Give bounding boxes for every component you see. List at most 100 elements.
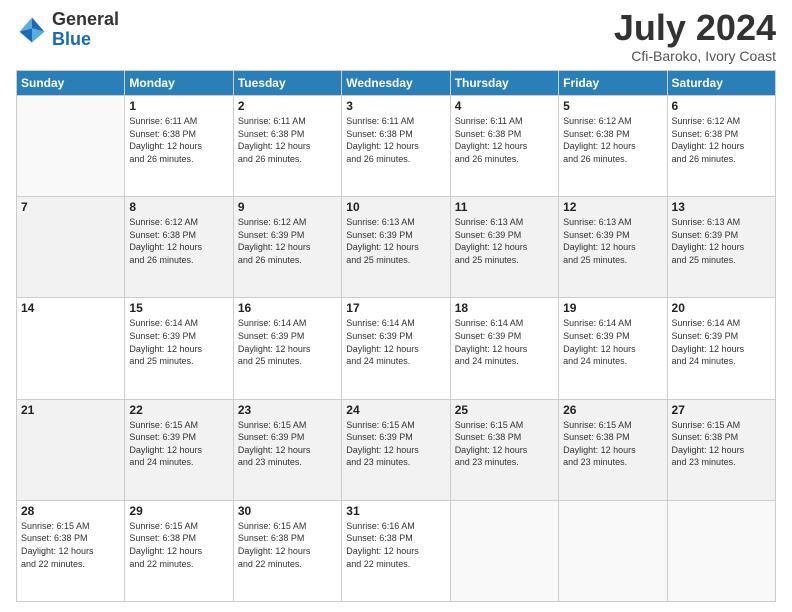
day-info: Sunrise: 6:13 AM Sunset: 6:39 PM Dayligh… (563, 216, 662, 266)
location-subtitle: Cfi-Baroko, Ivory Coast (614, 48, 776, 64)
day-number: 27 (672, 403, 771, 417)
calendar-day-cell: 28 Sunrise: 6:15 AM Sunset: 6:38 PM Dayli… (17, 500, 125, 601)
day-number: 15 (129, 301, 228, 315)
day-of-week-header: Thursday (450, 71, 558, 96)
day-info: Sunrise: 6:11 AM Sunset: 6:38 PM Dayligh… (129, 115, 228, 165)
logo: General Blue (16, 10, 119, 50)
day-number: 19 (563, 301, 662, 315)
day-number: 3 (346, 99, 445, 113)
calendar-day-cell: 11 Sunrise: 6:13 AM Sunset: 6:39 PM Dayli… (450, 197, 558, 298)
day-number: 1 (129, 99, 228, 113)
day-number: 18 (455, 301, 554, 315)
day-info: Sunrise: 6:14 AM Sunset: 6:39 PM Dayligh… (455, 317, 554, 367)
calendar-day-cell (559, 500, 667, 601)
calendar-day-cell: 7 (17, 197, 125, 298)
day-number: 4 (455, 99, 554, 113)
day-info: Sunrise: 6:13 AM Sunset: 6:39 PM Dayligh… (455, 216, 554, 266)
calendar-day-cell: 20Sunrise: 6:14 AM Sunset: 6:39 PM Dayli… (667, 298, 775, 399)
day-info: Sunrise: 6:12 AM Sunset: 6:38 PM Dayligh… (129, 216, 228, 266)
calendar-day-cell: 25 Sunrise: 6:15 AM Sunset: 6:38 PM Dayli… (450, 399, 558, 500)
day-number: 10 (346, 200, 445, 214)
calendar-week-row: 1 Sunrise: 6:11 AM Sunset: 6:38 PM Daylig… (17, 96, 776, 197)
day-info: Sunrise: 6:12 AM Sunset: 6:38 PM Dayligh… (672, 115, 771, 165)
day-number: 29 (129, 504, 228, 518)
day-info: Sunrise: 6:15 AM Sunset: 6:38 PM Dayligh… (238, 520, 337, 570)
day-number: 5 (563, 99, 662, 113)
calendar-day-cell: 19Sunrise: 6:14 AM Sunset: 6:39 PM Dayli… (559, 298, 667, 399)
month-title: July 2024 (614, 10, 776, 46)
calendar-table: SundayMondayTuesdayWednesdayThursdayFrid… (16, 70, 776, 602)
day-info: Sunrise: 6:15 AM Sunset: 6:38 PM Dayligh… (129, 520, 228, 570)
calendar-day-cell: 22 Sunrise: 6:15 AM Sunset: 6:39 PM Dayli… (125, 399, 233, 500)
calendar-day-cell: 14 (17, 298, 125, 399)
day-number: 14 (21, 301, 120, 315)
day-info: Sunrise: 6:11 AM Sunset: 6:38 PM Dayligh… (346, 115, 445, 165)
calendar-day-cell: 30Sunrise: 6:15 AM Sunset: 6:38 PM Dayli… (233, 500, 341, 601)
day-of-week-header: Saturday (667, 71, 775, 96)
day-number: 12 (563, 200, 662, 214)
calendar-day-cell: 2Sunrise: 6:11 AM Sunset: 6:38 PM Daylig… (233, 96, 341, 197)
day-number: 31 (346, 504, 445, 518)
day-number: 13 (672, 200, 771, 214)
day-info: Sunrise: 6:15 AM Sunset: 6:39 PM Dayligh… (238, 419, 337, 469)
calendar-week-row: 21 22 Sunrise: 6:15 AM Sunset: 6:39 PM Day… (17, 399, 776, 500)
day-number: 11 (455, 200, 554, 214)
day-of-week-header: Tuesday (233, 71, 341, 96)
calendar-day-cell: 8 Sunrise: 6:12 AM Sunset: 6:38 PM Daylig… (125, 197, 233, 298)
day-info: Sunrise: 6:14 AM Sunset: 6:39 PM Dayligh… (238, 317, 337, 367)
calendar-day-cell: 5 Sunrise: 6:12 AM Sunset: 6:38 PM Daylig… (559, 96, 667, 197)
day-info: Sunrise: 6:15 AM Sunset: 6:38 PM Dayligh… (21, 520, 120, 570)
day-number: 22 (129, 403, 228, 417)
day-number: 16 (238, 301, 337, 315)
day-info: Sunrise: 6:14 AM Sunset: 6:39 PM Dayligh… (129, 317, 228, 367)
calendar-week-row: 14 15 Sunrise: 6:14 AM Sunset: 6:39 PM Day… (17, 298, 776, 399)
day-number: 7 (21, 200, 120, 214)
calendar-week-row: 78 Sunrise: 6:12 AM Sunset: 6:38 PM Dayli… (17, 197, 776, 298)
day-of-week-header: Sunday (17, 71, 125, 96)
day-number: 9 (238, 200, 337, 214)
page: General Blue July 2024 Cfi-Baroko, Ivory… (0, 0, 792, 612)
day-number: 28 (21, 504, 120, 518)
calendar-header-row: SundayMondayTuesdayWednesdayThursdayFrid… (17, 71, 776, 96)
logo-icon (16, 14, 48, 46)
calendar-day-cell: 24Sunrise: 6:15 AM Sunset: 6:39 PM Dayli… (342, 399, 450, 500)
calendar-day-cell: 6Sunrise: 6:12 AM Sunset: 6:38 PM Daylig… (667, 96, 775, 197)
calendar-day-cell: 26Sunrise: 6:15 AM Sunset: 6:38 PM Dayli… (559, 399, 667, 500)
day-info: Sunrise: 6:15 AM Sunset: 6:38 PM Dayligh… (672, 419, 771, 469)
calendar-day-cell: 16 Sunrise: 6:14 AM Sunset: 6:39 PM Dayli… (233, 298, 341, 399)
calendar-day-cell: 31 Sunrise: 6:16 AM Sunset: 6:38 PM Dayli… (342, 500, 450, 601)
day-number: 25 (455, 403, 554, 417)
day-info: Sunrise: 6:16 AM Sunset: 6:38 PM Dayligh… (346, 520, 445, 570)
header: General Blue July 2024 Cfi-Baroko, Ivory… (16, 10, 776, 64)
day-info: Sunrise: 6:13 AM Sunset: 6:39 PM Dayligh… (346, 216, 445, 266)
day-number: 21 (21, 403, 120, 417)
day-of-week-header: Monday (125, 71, 233, 96)
day-info: Sunrise: 6:12 AM Sunset: 6:38 PM Dayligh… (563, 115, 662, 165)
day-number: 24 (346, 403, 445, 417)
day-of-week-header: Wednesday (342, 71, 450, 96)
logo-blue: Blue (52, 30, 119, 50)
day-info: Sunrise: 6:14 AM Sunset: 6:39 PM Dayligh… (672, 317, 771, 367)
day-of-week-header: Friday (559, 71, 667, 96)
day-info: Sunrise: 6:15 AM Sunset: 6:39 PM Dayligh… (129, 419, 228, 469)
calendar-day-cell (667, 500, 775, 601)
calendar-day-cell: 9Sunrise: 6:12 AM Sunset: 6:39 PM Daylig… (233, 197, 341, 298)
calendar-day-cell: 10 Sunrise: 6:13 AM Sunset: 6:39 PM Dayli… (342, 197, 450, 298)
calendar-day-cell: 4 Sunrise: 6:11 AM Sunset: 6:38 PM Daylig… (450, 96, 558, 197)
calendar-day-cell: 3 Sunrise: 6:11 AM Sunset: 6:38 PM Daylig… (342, 96, 450, 197)
day-number: 23 (238, 403, 337, 417)
calendar-day-cell: 18 Sunrise: 6:14 AM Sunset: 6:39 PM Dayli… (450, 298, 558, 399)
day-info: Sunrise: 6:11 AM Sunset: 6:38 PM Dayligh… (455, 115, 554, 165)
logo-general: General (52, 10, 119, 30)
day-info: Sunrise: 6:15 AM Sunset: 6:38 PM Dayligh… (455, 419, 554, 469)
day-number: 8 (129, 200, 228, 214)
calendar-day-cell (450, 500, 558, 601)
calendar-day-cell: 17Sunrise: 6:14 AM Sunset: 6:39 PM Dayli… (342, 298, 450, 399)
day-info: Sunrise: 6:13 AM Sunset: 6:39 PM Dayligh… (672, 216, 771, 266)
day-number: 26 (563, 403, 662, 417)
day-number: 17 (346, 301, 445, 315)
title-block: July 2024 Cfi-Baroko, Ivory Coast (614, 10, 776, 64)
calendar-day-cell (17, 96, 125, 197)
calendar-day-cell: 12 Sunrise: 6:13 AM Sunset: 6:39 PM Dayli… (559, 197, 667, 298)
day-number: 2 (238, 99, 337, 113)
